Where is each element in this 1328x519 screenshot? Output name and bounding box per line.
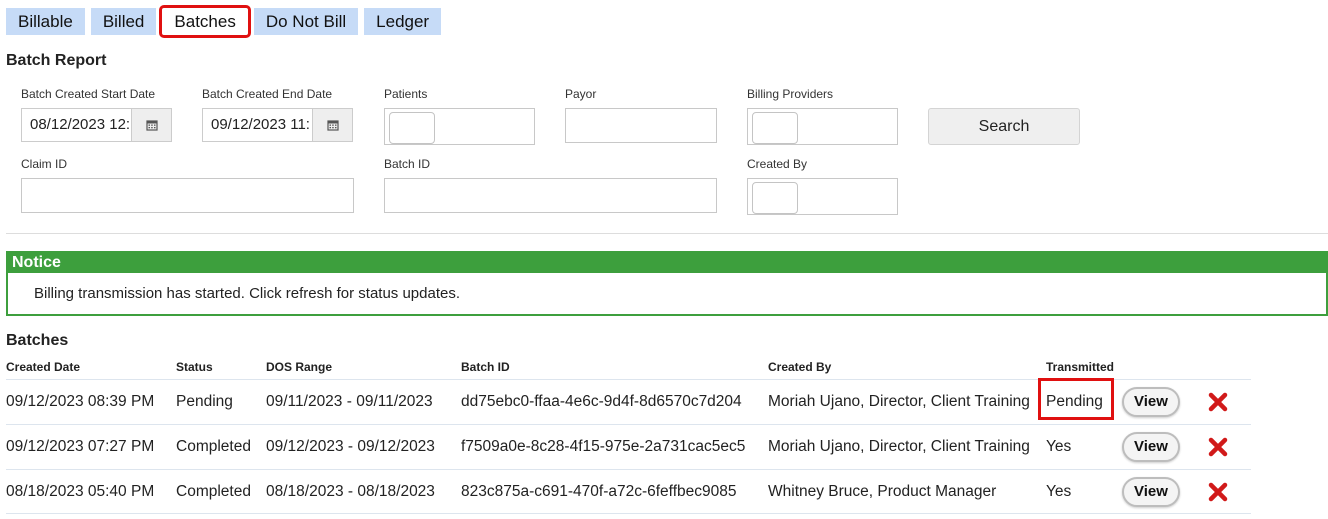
cell-created-by: Moriah Ujano, Director, Client Training [768, 393, 1030, 410]
calendar-icon[interactable] [312, 109, 352, 141]
created-by-input[interactable] [752, 182, 798, 214]
cell-created-date: 09/12/2023 07:27 PM [6, 438, 155, 455]
header-dos-range[interactable]: DOS Range [266, 360, 332, 374]
billing-providers-label: Billing Providers [747, 87, 834, 101]
table-row: 09/12/2023 07:27 PM Completed 09/12/2023… [6, 424, 1251, 469]
transmitted-highlight [1038, 378, 1114, 420]
batches-title: Batches [6, 332, 69, 349]
cell-created-by: Moriah Ujano, Director, Client Training [768, 438, 1030, 455]
cell-dos-range: 08/18/2023 - 08/18/2023 [266, 483, 435, 500]
payor-input[interactable] [565, 108, 717, 143]
end-date-value[interactable]: 09/12/2023 11: [203, 109, 312, 141]
billing-providers-input[interactable] [752, 112, 798, 144]
divider [6, 233, 1328, 234]
header-status[interactable]: Status [176, 360, 213, 374]
cell-batch-id: f7509a0e-8c28-4f15-975e-2a731cac5ec5 [461, 438, 746, 455]
cell-batch-id: 823c875a-c691-470f-a72c-6feffbec9085 [461, 483, 737, 500]
start-date-field[interactable]: 08/12/2023 12: [21, 108, 172, 142]
tab-batches[interactable]: Batches [159, 5, 251, 38]
tab-bar: Billable Billed Batches Do Not Bill Ledg… [6, 5, 447, 38]
view-button[interactable]: View [1122, 477, 1180, 507]
cell-created-date: 09/12/2023 08:39 PM [6, 393, 155, 410]
tab-billable[interactable]: Billable [6, 8, 85, 35]
start-date-value[interactable]: 08/12/2023 12: [22, 109, 131, 141]
calendar-icon[interactable] [131, 109, 171, 141]
patients-input[interactable] [389, 112, 435, 144]
header-created-date[interactable]: Created Date [6, 360, 80, 374]
patients-select[interactable] [384, 108, 535, 145]
view-button[interactable]: View [1122, 432, 1180, 462]
tab-do-not-bill[interactable]: Do Not Bill [253, 8, 359, 35]
tab-ledger[interactable]: Ledger [364, 8, 442, 35]
notice-message: Billing transmission has started. Click … [34, 285, 461, 302]
cell-created-by: Whitney Bruce, Product Manager [768, 483, 997, 500]
cell-dos-range: 09/12/2023 - 09/12/2023 [266, 438, 435, 455]
claim-id-label: Claim ID [21, 157, 68, 171]
notice-panel: Notice Billing transmission has started.… [6, 251, 1328, 316]
delete-x-icon[interactable] [1206, 480, 1230, 504]
start-date-label: Batch Created Start Date [21, 87, 156, 101]
cell-transmitted: Yes [1046, 483, 1072, 500]
tab-billed[interactable]: Billed [90, 8, 157, 35]
cell-dos-range: 09/11/2023 - 09/11/2023 [266, 393, 433, 410]
end-date-field[interactable]: 09/12/2023 11: [202, 108, 353, 142]
table-row: 08/18/2023 05:40 PM Completed 08/18/2023… [6, 469, 1251, 514]
billing-providers-select[interactable] [747, 108, 898, 145]
created-by-label: Created By [747, 157, 808, 171]
payor-label: Payor [565, 87, 597, 101]
header-created-by[interactable]: Created By [768, 360, 831, 374]
created-by-select[interactable] [747, 178, 898, 215]
end-date-label: Batch Created End Date [202, 87, 333, 101]
cell-status: Pending [176, 393, 233, 410]
cell-transmitted: Yes [1046, 438, 1072, 455]
cell-status: Completed [176, 438, 251, 455]
claim-id-input[interactable] [21, 178, 354, 213]
cell-created-date: 08/18/2023 05:40 PM [6, 483, 155, 500]
cell-status: Completed [176, 483, 251, 500]
view-button[interactable]: View [1122, 387, 1180, 417]
header-transmitted[interactable]: Transmitted [1046, 360, 1114, 374]
cell-batch-id: dd75ebc0-ffaa-4e6c-9d4f-8d6570c7d204 [461, 393, 742, 410]
batch-id-label: Batch ID [384, 157, 431, 171]
search-button[interactable]: Search [928, 108, 1080, 145]
batch-report-title: Batch Report [6, 52, 107, 69]
patients-label: Patients [384, 87, 428, 101]
batch-id-input[interactable] [384, 178, 717, 213]
notice-title: Notice [8, 253, 1326, 273]
header-batch-id[interactable]: Batch ID [461, 360, 510, 374]
delete-x-icon[interactable] [1206, 390, 1230, 414]
delete-x-icon[interactable] [1206, 435, 1230, 459]
